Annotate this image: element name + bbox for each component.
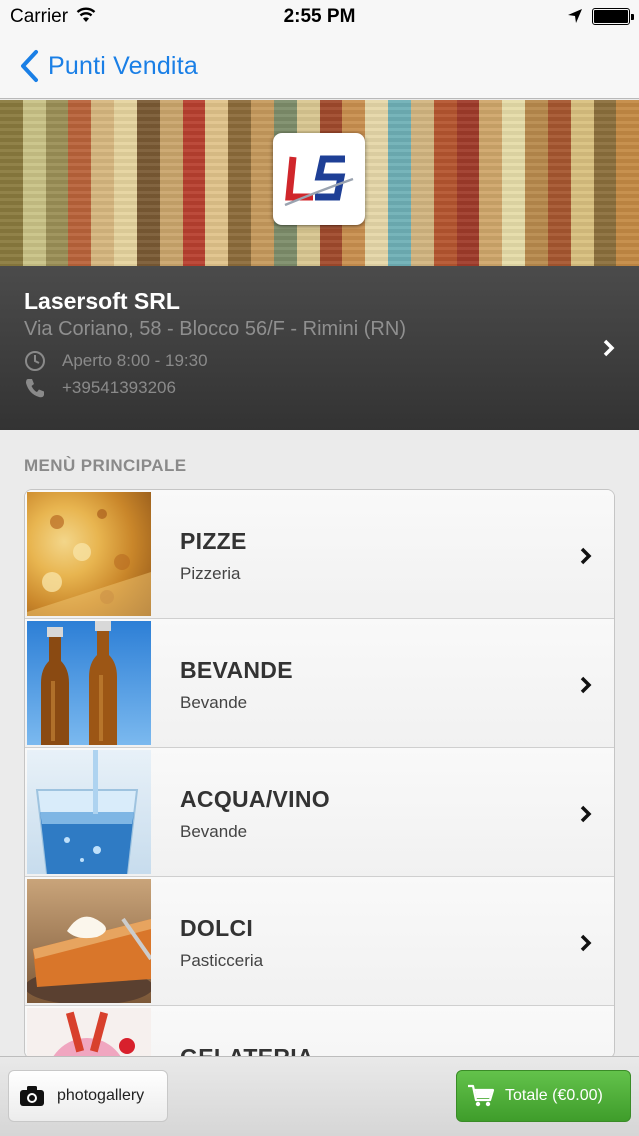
list-item-acqua-vino[interactable]: ACQUA/VINO Bevande [25, 748, 614, 877]
cart-total-button[interactable]: Totale (€0.00) [456, 1070, 631, 1122]
item-title: BEVANDE [180, 657, 293, 683]
beer-bottles-thumbnail [27, 621, 151, 745]
cart-total-label: Totale (€0.00) [505, 1087, 603, 1104]
item-title: PIZZE [180, 528, 247, 554]
store-info-panel[interactable]: Lasersoft SRL Via Coriano, 58 - Blocco 5… [0, 266, 639, 430]
store-phone: +39541393206 [62, 378, 176, 397]
list-item-pizze[interactable]: PIZZE Pizzeria [25, 490, 614, 619]
back-button[interactable]: Punti Vendita [18, 48, 198, 84]
store-address: Via Coriano, 58 - Blocco 56/F - Rimini (… [24, 318, 406, 340]
camera-icon [20, 1086, 44, 1106]
list-item-dolci[interactable]: DOLCI Pasticceria [25, 877, 614, 1006]
battery-icon [592, 8, 634, 25]
ls-logo-icon [284, 155, 354, 207]
item-subtitle: Bevande [180, 822, 248, 841]
chevron-right-icon [580, 805, 592, 823]
photogallery-button[interactable]: photogallery [8, 1070, 168, 1122]
water-glass-thumbnail [27, 750, 151, 874]
store-logo [273, 133, 365, 225]
ice-cream-thumbnail [27, 1008, 151, 1058]
item-subtitle: Pasticceria [180, 951, 264, 970]
chevron-right-icon [603, 339, 615, 357]
chevron-right-icon [580, 934, 592, 952]
phone-icon [26, 379, 44, 398]
clock-time: 2:55 PM [283, 6, 356, 27]
location-arrow-icon [568, 9, 582, 23]
list-item-gelateria[interactable]: GELATERIA [25, 1006, 614, 1058]
back-button-label: Punti Vendita [48, 51, 198, 80]
item-subtitle: Bevande [180, 693, 248, 712]
bottom-toolbar: photogallery Totale (€0.00) [0, 1056, 639, 1136]
section-title: MENÙ PRINCIPALE [24, 456, 187, 475]
item-subtitle: Pizzeria [180, 564, 241, 583]
list-item-bevande[interactable]: BEVANDE Bevande [25, 619, 614, 748]
back-chevron-icon [21, 50, 38, 82]
pie-slice-thumbnail [27, 879, 151, 1003]
store-hours-row: Aperto 8:00 - 19:30 [24, 350, 208, 372]
store-name: Lasersoft SRL [24, 288, 180, 314]
store-hours: Aperto 8:00 - 19:30 [62, 351, 208, 370]
store-phone-row: +39541393206 [24, 377, 176, 399]
pizza-thumbnail [27, 492, 151, 616]
menu-list: PIZZE Pizzeria BEVANDE Bevande ACQUA/VIN… [24, 489, 615, 1059]
store-banner-image [0, 100, 639, 266]
chevron-right-icon [580, 547, 592, 565]
app-screen: Carrier 2:55 PM Punti Vendita Lasersoft … [0, 0, 639, 1136]
navigation-bar: Punti Vendita [0, 34, 639, 99]
clock-icon [25, 351, 45, 371]
cart-icon [468, 1084, 495, 1107]
status-bar: Carrier 2:55 PM [0, 0, 639, 34]
item-title: DOLCI [180, 915, 254, 941]
item-title: ACQUA/VINO [180, 786, 330, 812]
chevron-right-icon [580, 676, 592, 694]
photogallery-label: photogallery [57, 1087, 145, 1104]
